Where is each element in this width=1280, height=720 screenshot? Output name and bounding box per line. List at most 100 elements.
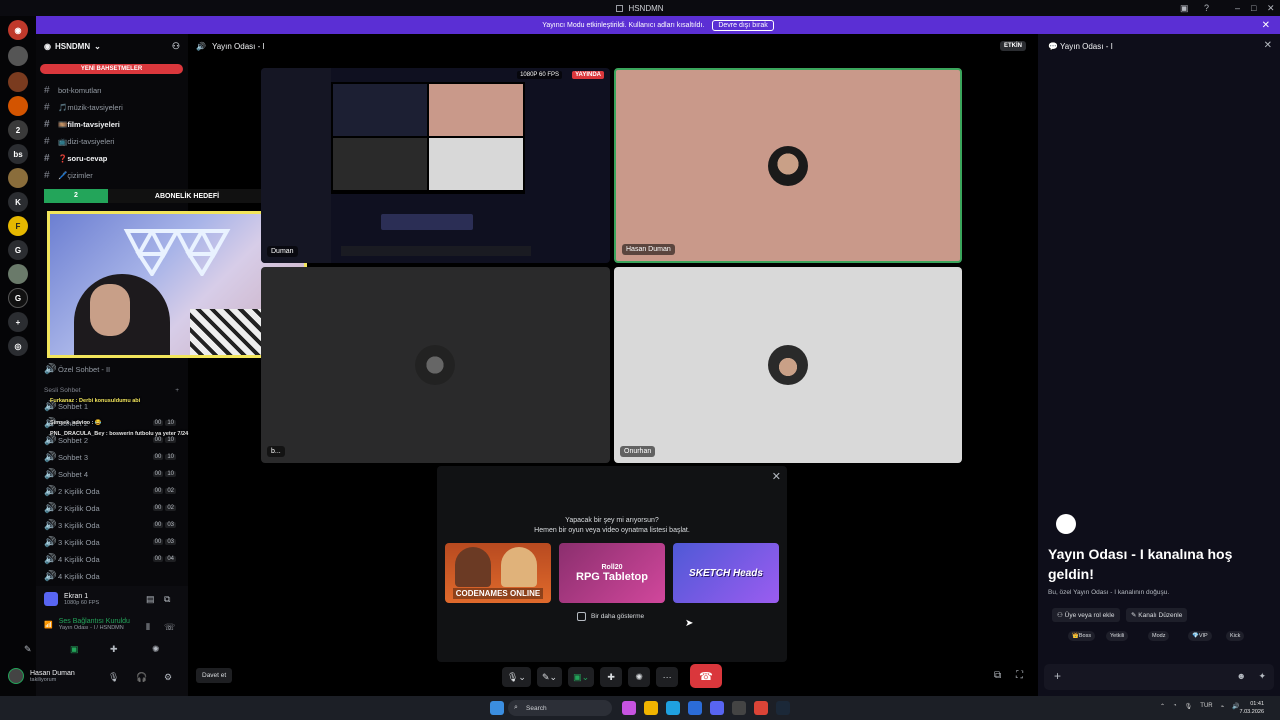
close-icon[interactable]: ✕ [1262, 20, 1270, 31]
server-header[interactable]: ◉ HSNDMN ⌄ ⚇ [36, 34, 188, 58]
camera-toggle[interactable]: ✎⌄ [536, 667, 563, 687]
channel-dizi[interactable]: # 📺dizi-tavsiyeleri [44, 133, 184, 149]
plus-icon[interactable]: + [1054, 669, 1061, 683]
popout-icon[interactable]: ⧉ [994, 670, 1001, 681]
network-icon[interactable]: ⌁ [1221, 703, 1225, 710]
server-icon-k[interactable]: K [8, 192, 28, 212]
server-icon[interactable] [8, 72, 28, 92]
server-icon[interactable] [8, 96, 28, 116]
disconnect-call-button[interactable]: ☎ [690, 664, 722, 688]
app-icon[interactable] [732, 701, 746, 715]
help-icon[interactable]: ? [1204, 3, 1209, 13]
inbox-icon[interactable]: ▣ [1180, 3, 1189, 14]
voice-channel[interactable]: 🔊 2 Kişilik Oda 00 02 [44, 500, 184, 516]
disable-streamer-mode-button[interactable]: Devre dışı bırak [712, 19, 774, 31]
share-screen-icon[interactable]: ▣ [70, 644, 79, 655]
disconnect-icon[interactable]: ☏ [164, 622, 175, 633]
clock[interactable]: 01:41 7.03.2026 [1240, 700, 1264, 716]
server-icon[interactable]: F [8, 216, 28, 236]
add-server-icon[interactable]: + [8, 312, 28, 332]
activities-button[interactable]: ✚ [600, 667, 623, 687]
mic-tray-icon[interactable]: 🎙 [1185, 703, 1193, 710]
home-server-icon[interactable]: ◉ [8, 20, 28, 40]
emoji-icon[interactable]: ☻ [1237, 671, 1246, 681]
headphones-icon[interactable]: 🎧 [136, 672, 147, 683]
channel-cizimler[interactable]: # 🖊️çizimler [44, 167, 184, 183]
maximize-button[interactable]: □ [1251, 3, 1256, 13]
checkbox[interactable] [577, 612, 586, 621]
server-icon-bs[interactable]: bs [8, 144, 28, 164]
server-icon[interactable] [8, 168, 28, 188]
user-panel[interactable]: Hasan Duman takiliyorum [8, 668, 75, 684]
server-icon[interactable]: 2 [8, 120, 28, 140]
connection-channel[interactable]: Yayın Odası - I / HSNDMN [59, 625, 130, 631]
voice-channel-ozel-sohbet[interactable]: 🔊 Özel Sohbet - II [44, 361, 184, 377]
screen-settings-icon[interactable]: ▤ [146, 594, 155, 605]
language-indicator[interactable]: TUR [1200, 703, 1212, 710]
taskbar-search[interactable]: ⌕ Search [508, 700, 612, 716]
more-options-button[interactable]: ··· [656, 667, 679, 687]
new-mentions-pill[interactable]: YENİ BAHSETMELER [40, 64, 183, 74]
role-tag[interactable]: Yetkili [1106, 631, 1129, 641]
rpg-tabletop-card[interactable]: Roll20 RPG Tabletop [559, 543, 665, 603]
voice-channel[interactable]: 🔊 4 Kişilik Oda 00 04 [44, 551, 184, 567]
soundboard-button[interactable]: ✺ [628, 667, 651, 687]
app-icon[interactable] [622, 701, 636, 715]
edge-icon[interactable] [666, 701, 680, 715]
voice-category[interactable]: Sesli Sohbet + [44, 387, 179, 394]
participant-tile[interactable]: b... [261, 267, 610, 463]
add-channel-icon[interactable]: + [175, 387, 179, 394]
invite-button[interactable]: Davet et [196, 668, 233, 683]
avatar[interactable] [8, 668, 24, 684]
microphone-icon[interactable]: 🎙 [108, 672, 119, 683]
voice-channel[interactable]: 🔊 2 Kişilik Oda 00 02 [44, 483, 184, 499]
steam-icon[interactable] [776, 701, 790, 715]
channel-soru-cevap[interactable]: # ❓soru-cevap [44, 150, 184, 166]
discover-icon[interactable]: ◎ [8, 336, 28, 356]
channel-bot-komutlari[interactable]: # bot-komutları [44, 82, 184, 98]
file-explorer-icon[interactable] [644, 701, 658, 715]
edit-channel-button[interactable]: ✎ Kanalı Düzenle [1126, 608, 1188, 622]
microphone-toggle[interactable]: 🎙⌄ [502, 667, 531, 687]
role-tag[interactable]: Modz [1148, 631, 1170, 641]
chrome-icon[interactable] [754, 701, 768, 715]
participant-tile[interactable]: Onurhan [614, 267, 962, 463]
system-tray[interactable]: ⌃ ◔ 🎙 TUR ⌁ 🔊 [1160, 703, 1240, 710]
soundboard-icon[interactable]: ✺ [152, 644, 160, 655]
discord-icon[interactable] [710, 701, 724, 715]
app-icon[interactable] [688, 701, 702, 715]
voice-channel[interactable]: 🔊 4 Kişilik Oda [44, 568, 184, 584]
add-member-button[interactable]: ⚇ Üye veya rol ekle [1052, 608, 1120, 622]
participant-tile[interactable]: Hasan Duman [614, 68, 962, 263]
server-icon[interactable] [8, 46, 28, 66]
server-icon-g[interactable]: G [8, 240, 28, 260]
screen-share-toggle[interactable]: ▣⌄ [568, 667, 595, 687]
apps-icon[interactable]: ✦ [1258, 671, 1266, 682]
noise-suppression-icon[interactable]: ⦀ [146, 622, 150, 633]
message-input[interactable]: + ☻ ✦ [1044, 664, 1274, 690]
gear-icon[interactable]: ⚙ [164, 672, 172, 683]
screen-share-tile[interactable]: 1080P 60 FPS YAYINDA Duman [261, 68, 610, 263]
popout-icon[interactable]: ⧉ [164, 594, 170, 605]
role-tag[interactable]: 👑Boss [1068, 631, 1096, 641]
voice-channel[interactable]: 🔊 Sohbet 4 00 10 [44, 466, 184, 482]
voice-channel[interactable]: 🔊 3 Kişilik Oda 00 03 [44, 517, 184, 533]
dont-show-again-checkbox[interactable]: Bir daha gösterme [577, 612, 644, 621]
voice-channel[interactable]: 🔊 Sohbet 3 00 10 [44, 449, 184, 465]
role-tag[interactable]: Kick [1226, 631, 1245, 641]
close-icon[interactable]: ✕ [772, 470, 781, 483]
wifi-icon[interactable]: ◔ [1173, 703, 1177, 710]
codenames-card[interactable]: CODENAMES ONLINE [445, 543, 551, 603]
activities-icon[interactable]: ✚ [110, 644, 118, 655]
chevron-up-icon[interactable]: ⌃ [1160, 703, 1165, 710]
close-icon[interactable]: ✕ [1264, 40, 1272, 51]
channel-film[interactable]: # 🎞️film-tavsiyeleri [44, 116, 184, 132]
close-window-button[interactable]: ✕ [1267, 3, 1275, 14]
channel-muzik[interactable]: # 🎵müzik-tavsiyeleri [44, 99, 184, 115]
start-icon[interactable] [490, 701, 504, 715]
sketch-heads-card[interactable]: SKETCH Heads [673, 543, 779, 603]
voice-channel[interactable]: 🔊 3 Kişilik Oda 00 03 [44, 534, 184, 550]
camera-icon[interactable]: ✎ [24, 644, 32, 655]
minimize-button[interactable]: – [1235, 3, 1240, 13]
add-user-icon[interactable]: ⚇ [172, 41, 180, 52]
